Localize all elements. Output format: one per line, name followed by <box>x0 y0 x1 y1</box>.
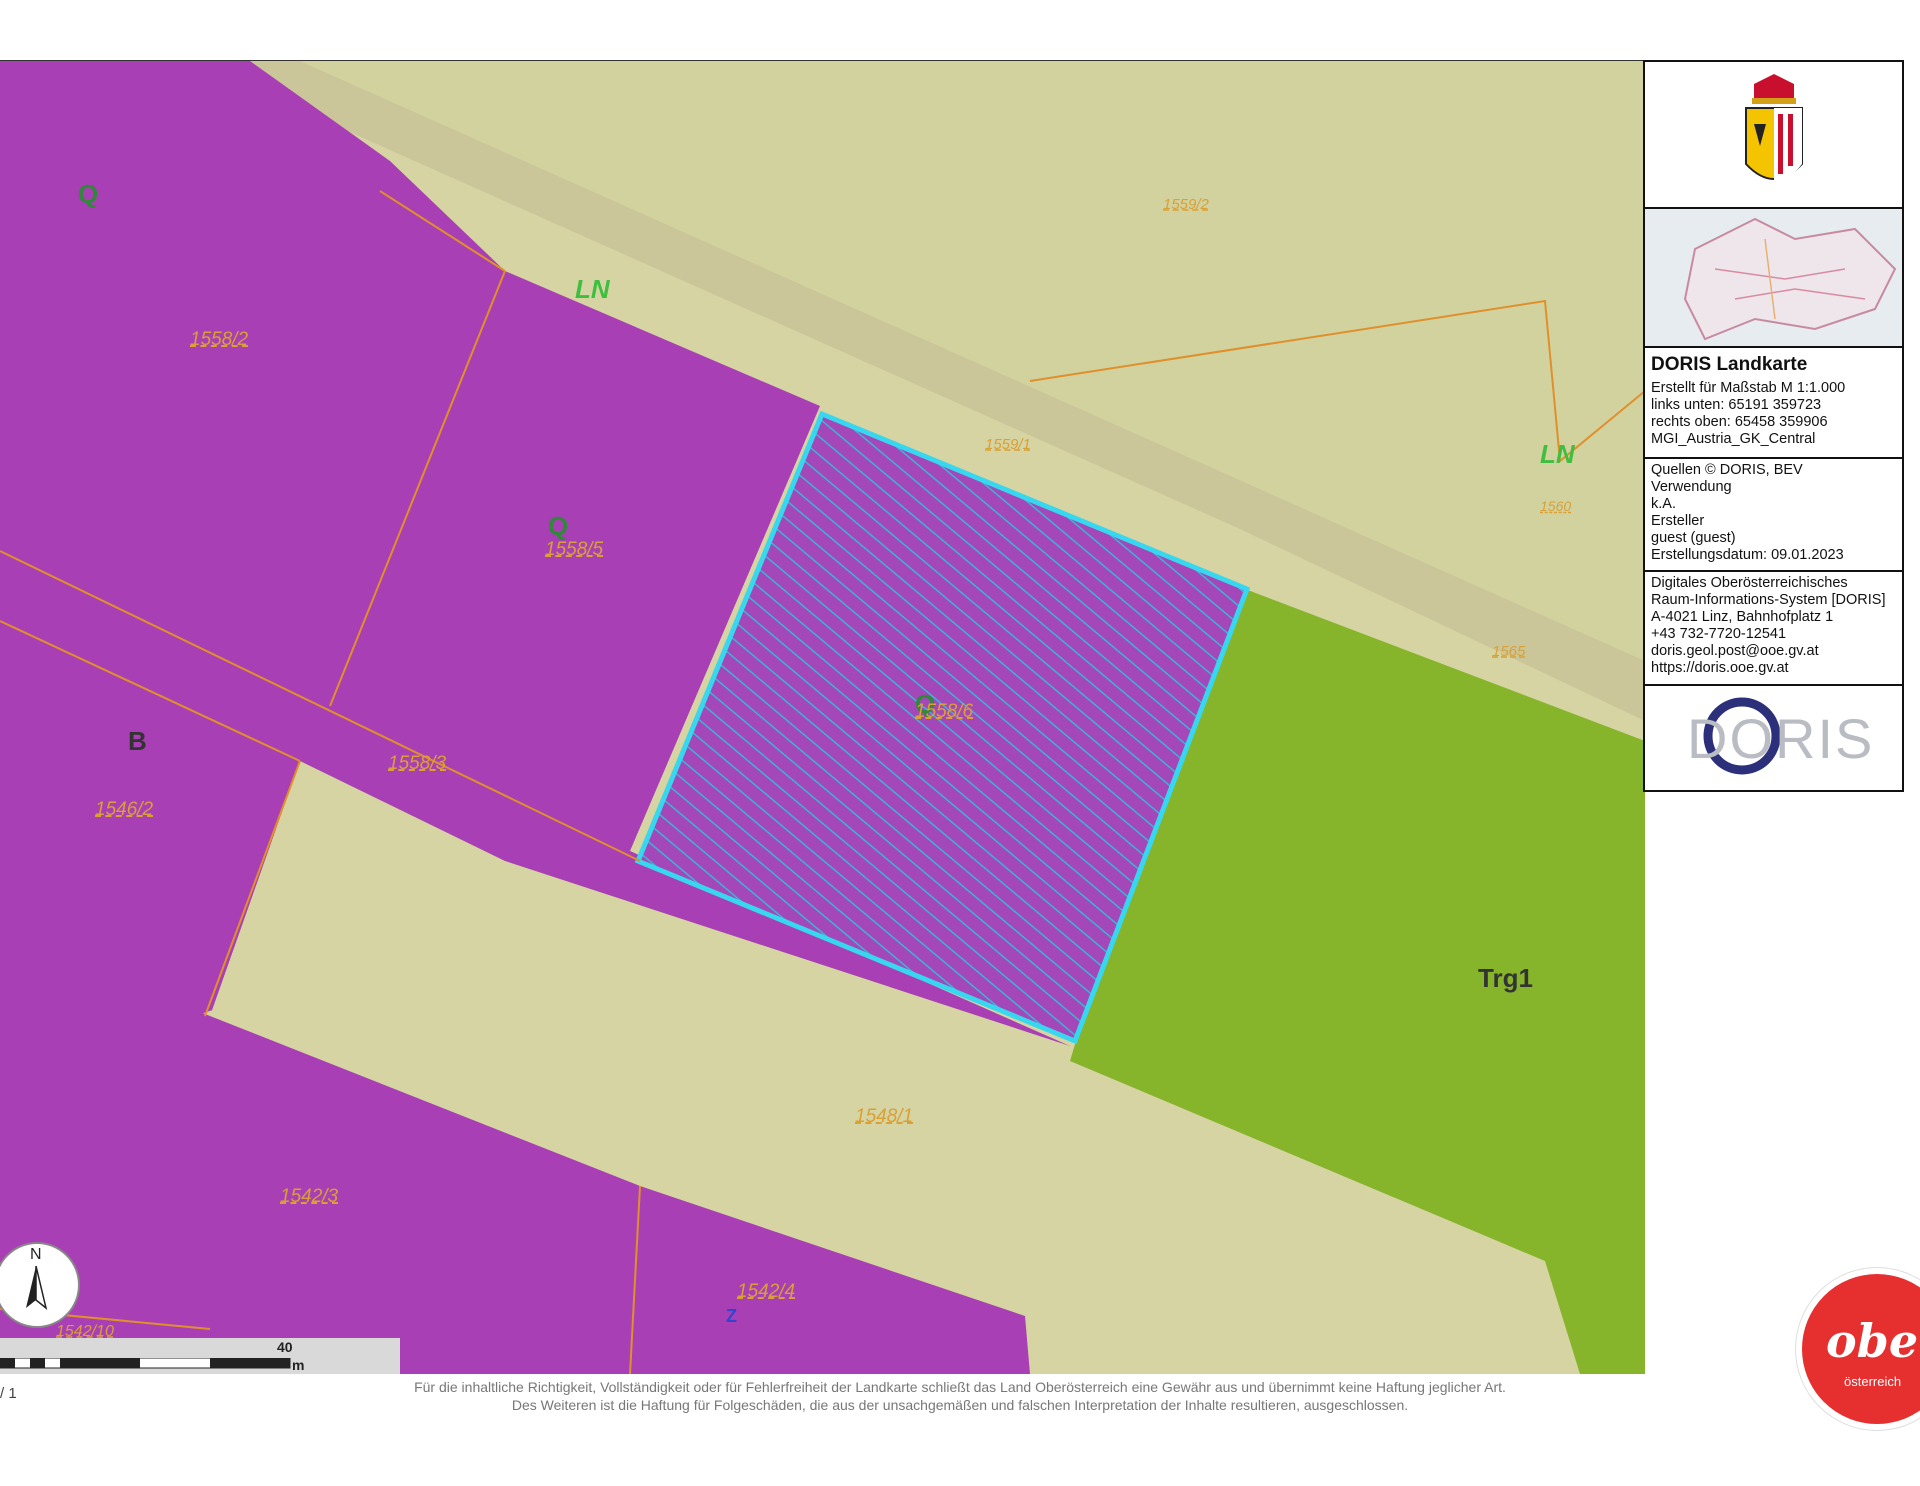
legend-info-line: Erstellt für Maßstab M 1:1.000 <box>1651 380 1846 396</box>
parcel-label[interactable]: 1548/1 <box>855 1106 913 1128</box>
legend-contact-line: Raum-Informations-System [DORIS] <box>1651 592 1886 608</box>
zone-label: Z <box>726 1306 737 1326</box>
brand-logo-subtext: österreich <box>1844 1374 1902 1389</box>
legend-contact-box: Digitales Oberösterreichisches Raum-Info… <box>1645 572 1902 686</box>
zone-label: Trg1 <box>1478 963 1533 993</box>
legend-panel: DORIS Landkarte Erstellt für Maßstab M 1… <box>1643 60 1904 792</box>
zone-label: LN <box>575 274 610 304</box>
legend-info-line: links unten: 65191 359723 <box>1651 397 1822 413</box>
legend-meta-line: guest (guest) <box>1651 530 1736 546</box>
disclaimer-line: Des Weiteren ist die Haftung für Folgesc… <box>511 1397 1409 1413</box>
scale-bar: 40 m <box>0 1338 400 1374</box>
parcel-label[interactable]: 1546/2 <box>95 799 153 821</box>
coat-of-arms-icon <box>1744 73 1803 186</box>
zone-label: Q <box>548 511 569 541</box>
disclaimer-line: Für die inhaltliche Richtigkeit, Vollstä… <box>414 1379 1506 1395</box>
parcel-label[interactable]: 1558/6 <box>915 701 973 723</box>
legend-title: DORIS Landkarte <box>1651 354 1808 375</box>
doris-logo-box: DORIS <box>1645 686 1902 786</box>
disclaimer-footer: Für die inhaltliche Richtigkeit, Vollstä… <box>0 1378 1920 1414</box>
parcel-label[interactable]: 1559/1 <box>985 436 1031 453</box>
legend-contact-line: A-4021 Linz, Bahnhofplatz 1 <box>1651 609 1834 625</box>
map-canvas[interactable]: Q Q Q B LN LN LN Trg1 Z 1558/2 1558/5 15… <box>0 60 1645 1374</box>
map-svg <box>0 61 1645 1374</box>
legend-meta-line: Ersteller <box>1651 513 1705 529</box>
legend-contact-line: +43 732-7720-12541 <box>1651 626 1787 642</box>
coat-of-arms-box <box>1645 62 1902 209</box>
parcel-label[interactable]: 1560 <box>1540 498 1571 514</box>
legend-contact-line: Digitales Oberösterreichisches <box>1651 575 1848 591</box>
legend-meta-line: k.A. <box>1651 496 1676 512</box>
parcel-label[interactable]: 1558/3 <box>388 753 446 775</box>
legend-contact-line: doris.geol.post@ooe.gv.at <box>1651 643 1819 659</box>
north-arrow: N <box>0 1242 80 1328</box>
doris-logo-text: DORIS <box>1687 707 1875 770</box>
brand-logo-text: obe <box>1826 1314 1919 1368</box>
overview-map-box <box>1645 209 1902 348</box>
zone-label: Q <box>78 179 99 209</box>
parcel-label[interactable]: 1558/5 <box>545 539 603 561</box>
scale-bar-graphic <box>0 1358 291 1369</box>
parcel-label[interactable]: 1542/3 <box>280 1186 338 1208</box>
legend-info-line: MGI_Austria_GK_Central <box>1651 431 1816 447</box>
zone-label: LN <box>1540 439 1575 469</box>
scale-unit: m <box>292 1357 305 1373</box>
north-label: N <box>30 1246 42 1263</box>
legend-info-box: DORIS Landkarte Erstellt für Maßstab M 1… <box>1645 348 1902 459</box>
parcel-label[interactable]: 1565 <box>1492 643 1525 660</box>
legend-info-line: rechts oben: 65458 359906 <box>1651 414 1828 430</box>
scale-value: 40 <box>277 1339 293 1355</box>
parcel-label[interactable]: 1542/4 <box>737 1281 795 1303</box>
legend-meta-line: Verwendung <box>1651 479 1732 495</box>
legend-meta-box: Quellen © DORIS, BEV Verwendung k.A. Ers… <box>1645 459 1902 572</box>
overview-map-icon <box>1645 209 1902 346</box>
parcel-label[interactable]: 1559/2 <box>1163 196 1209 213</box>
legend-meta-line: Quellen © DORIS, BEV <box>1651 462 1803 478</box>
legend-meta-line: Erstellungsdatum: 09.01.2023 <box>1651 547 1844 563</box>
parcel-label[interactable]: 1558/2 <box>190 329 248 351</box>
zone-label: B <box>128 726 147 756</box>
legend-contact-line: https://doris.ooe.gv.at <box>1651 660 1789 676</box>
